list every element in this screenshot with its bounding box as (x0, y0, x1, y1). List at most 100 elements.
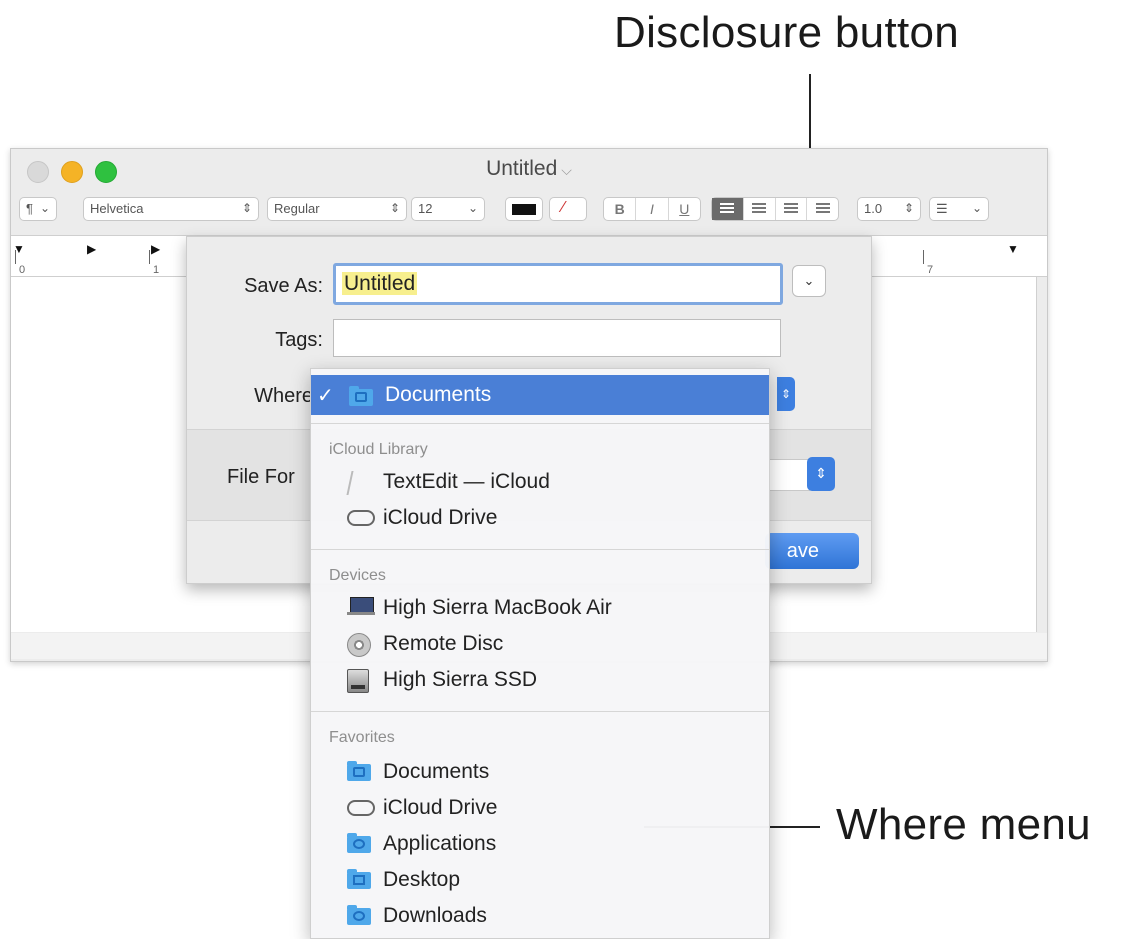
updown-icon: ⇕ (903, 201, 914, 215)
font-size-field[interactable]: 12 ⌄ (411, 197, 485, 221)
align-center-button[interactable] (744, 198, 776, 220)
menu-item-label: Desktop (383, 868, 461, 891)
underline-button[interactable]: U (669, 198, 700, 220)
text-color-well[interactable] (505, 197, 543, 221)
save-button[interactable]: ave (765, 533, 859, 569)
updown-icon: ⇕ (389, 201, 400, 215)
chevron-down-icon: ⌄ (803, 273, 815, 288)
desktop-folder-icon (347, 869, 373, 891)
checkmark-icon: ✓ (317, 385, 334, 407)
window-title-text: Untitled (486, 157, 558, 180)
ruler-number: 1 (153, 264, 160, 276)
cloud-icon (347, 797, 375, 819)
paragraph-styles-popup[interactable]: ¶ ⌄ (19, 197, 57, 221)
menu-item-label: Applications (383, 832, 497, 855)
disclosure-button[interactable]: ⌄ (792, 265, 826, 297)
menu-item-applications[interactable]: Applications (347, 829, 496, 859)
callout-disclosure-button: Disclosure button (614, 8, 960, 57)
ruler-tick (149, 250, 150, 264)
tab-stop-marker[interactable]: ▶ (151, 242, 160, 256)
save-as-value: Untitled (342, 272, 418, 295)
tags-field[interactable] (333, 319, 781, 357)
menu-item-icloud-drive-favorite[interactable]: iCloud Drive (347, 793, 497, 823)
italic-button[interactable]: I (636, 198, 669, 220)
where-menu: ✓ Documents iCloud Library TextEdit — iC… (310, 368, 770, 939)
save-as-label: Save As: (244, 275, 323, 297)
right-indent-marker[interactable]: ▼ (1007, 242, 1019, 256)
menu-item-downloads[interactable]: Downloads (347, 901, 487, 931)
line-spacing-value: 1.0 (864, 201, 883, 216)
laptop-icon (347, 597, 377, 619)
textedit-icon (347, 471, 373, 493)
menu-item-icloud-drive[interactable]: iCloud Drive (347, 503, 497, 533)
font-family-popup[interactable]: Helvetica ⇕ (83, 197, 259, 221)
list-icon: ☰ (936, 201, 948, 216)
justify-icon (815, 203, 830, 215)
cloud-icon (347, 507, 375, 529)
file-format-stepper[interactable]: ⇕ (807, 457, 835, 491)
callout-where-menu: Where menu (836, 800, 1091, 849)
file-format-popup[interactable] (767, 459, 810, 491)
line-spacing-popup[interactable]: 1.0 ⇕ (857, 197, 921, 221)
menu-item-label: Remote Disc (383, 632, 504, 655)
ruler-tick (923, 250, 924, 264)
font-size-value: 12 (418, 201, 433, 216)
menu-item-label: iCloud Drive (383, 506, 498, 529)
updown-icon: ⇕ (241, 201, 252, 215)
chevron-down-icon: ⌄ (39, 201, 50, 215)
documents-folder-icon (347, 761, 373, 783)
no-color-icon: ⁄ (562, 199, 565, 216)
align-center-icon (752, 203, 767, 215)
font-style-value: Regular (274, 201, 320, 216)
menu-item-label: TextEdit — iCloud (383, 470, 550, 493)
tags-label: Tags: (275, 329, 323, 351)
menu-item-desktop[interactable]: Desktop (347, 865, 460, 895)
chevron-down-icon: ⌄ (467, 201, 478, 215)
menu-item-label: iCloud Drive (383, 796, 498, 819)
menu-item-documents[interactable]: Documents (347, 757, 489, 787)
background-color-well[interactable]: ⁄ (549, 197, 587, 221)
where-menu-selected-label: Documents (385, 383, 492, 406)
text-style-buttons: B I U (603, 197, 701, 221)
menu-item-ssd[interactable]: High Sierra SSD (347, 665, 537, 695)
align-right-button[interactable] (776, 198, 808, 220)
menu-separator (311, 549, 769, 550)
where-label: Where (254, 385, 313, 407)
ruler-tick (15, 250, 16, 264)
menu-item-label: Documents (383, 760, 490, 783)
window-title[interactable]: Untitled ⌵ (11, 157, 1047, 181)
color-swatch (512, 204, 536, 215)
font-style-popup[interactable]: Regular ⇕ (267, 197, 407, 221)
save-as-field[interactable]: Untitled (333, 263, 783, 305)
paragraph-icon: ¶ (26, 201, 33, 216)
menu-item-macbook-air[interactable]: High Sierra MacBook Air (347, 593, 612, 623)
chevron-down-icon: ⌄ (971, 201, 982, 215)
chevron-down-icon: ⌵ (561, 162, 572, 178)
justify-button[interactable] (807, 198, 838, 220)
menu-item-remote-disc[interactable]: Remote Disc (347, 629, 503, 659)
menu-item-label: High Sierra SSD (383, 668, 538, 691)
list-bullets-popup[interactable]: ☰ ⌄ (929, 197, 989, 221)
font-family-value: Helvetica (90, 201, 144, 216)
where-popup-stepper[interactable]: ⇕ (777, 377, 795, 411)
tab-stop-marker[interactable]: ▶ (87, 242, 96, 256)
where-menu-selected-item[interactable]: ✓ Documents (311, 375, 769, 415)
align-left-icon (720, 203, 735, 215)
section-header-devices: Devices (329, 567, 386, 584)
ruler-number: 0 (19, 264, 26, 276)
applications-folder-icon (347, 833, 373, 855)
alignment-buttons (711, 197, 839, 221)
menu-separator (311, 711, 769, 712)
documents-folder-icon (349, 386, 373, 411)
disc-icon (347, 633, 377, 657)
align-left-button[interactable] (712, 198, 744, 220)
menu-item-textedit-icloud[interactable]: TextEdit — iCloud (347, 467, 550, 497)
section-header-icloud: iCloud Library (329, 441, 428, 458)
ruler-number: 7 (927, 264, 934, 276)
save-button-label: ave (786, 540, 819, 562)
bold-button[interactable]: B (604, 198, 637, 220)
menu-separator (311, 423, 769, 424)
downloads-folder-icon (347, 905, 373, 927)
menu-item-label: High Sierra MacBook Air (383, 596, 612, 619)
file-format-label: File For (227, 466, 295, 488)
